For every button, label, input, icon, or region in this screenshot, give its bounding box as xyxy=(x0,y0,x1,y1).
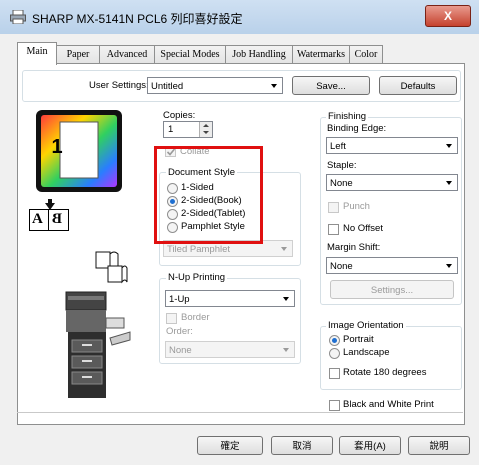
cancel-button[interactable]: 取消 xyxy=(271,436,333,455)
chevron-down-icon xyxy=(283,348,289,352)
staple-combo[interactable]: None xyxy=(326,174,458,191)
tab-main[interactable]: Main xyxy=(17,42,57,65)
tab-watermarks[interactable]: Watermarks xyxy=(292,45,350,64)
nup-title: N-Up Printing xyxy=(166,272,228,283)
order-value: None xyxy=(169,345,192,356)
orientation-group xyxy=(320,326,462,390)
black-white-label: Black and White Print xyxy=(343,399,434,410)
book-spine xyxy=(48,210,49,230)
pamphlet-type-value: Tiled Pamphlet xyxy=(167,244,231,255)
spin-buttons[interactable] xyxy=(199,122,212,137)
spin-down-icon[interactable] xyxy=(203,131,209,134)
arrow-down-icon xyxy=(45,199,55,210)
user-settings-value: Untitled xyxy=(151,81,184,92)
close-button[interactable]: X xyxy=(425,5,471,27)
user-settings-combo[interactable]: Untitled xyxy=(147,77,283,94)
highlight-box xyxy=(154,146,263,244)
book-letter-b: B xyxy=(52,211,63,227)
punch-checkbox[interactable] xyxy=(328,202,339,213)
staple-value: None xyxy=(330,178,353,189)
tab-paper[interactable]: Paper xyxy=(56,45,100,64)
chevron-down-icon xyxy=(446,181,452,185)
chevron-down-icon xyxy=(271,84,277,88)
black-white-checkbox[interactable] xyxy=(329,400,340,411)
pamphlet-icon xyxy=(95,251,128,284)
page-number: 1 xyxy=(51,136,63,158)
punch-label: Punch xyxy=(343,201,370,212)
book-letter-a: A xyxy=(32,211,43,227)
window-title: SHARP MX-5141N PCL6 列印喜好設定 xyxy=(32,12,243,26)
portrait-label: Portrait xyxy=(343,334,374,345)
nup-value: 1-Up xyxy=(169,294,190,305)
radio-landscape[interactable] xyxy=(329,348,340,359)
landscape-label: Landscape xyxy=(343,347,390,358)
nup-combo[interactable]: 1-Up xyxy=(165,290,295,307)
margin-shift-combo[interactable]: None xyxy=(326,257,458,274)
rotate-checkbox[interactable] xyxy=(329,368,340,379)
order-label: Order: xyxy=(166,326,193,337)
save-button[interactable]: Save... xyxy=(292,76,370,95)
chevron-down-icon xyxy=(283,297,289,301)
finishing-title: Finishing xyxy=(326,111,369,122)
binding-edge-value: Left xyxy=(330,141,346,152)
apply-button[interactable]: 套用(A) xyxy=(339,436,401,455)
printer-icon xyxy=(10,10,26,24)
binding-edge-label: Binding Edge: xyxy=(327,123,387,134)
tab-special-modes[interactable]: Special Modes xyxy=(154,45,226,64)
no-offset-checkbox[interactable] xyxy=(328,224,339,235)
tab-color[interactable]: Color xyxy=(349,45,383,64)
radio-portrait[interactable] xyxy=(329,335,340,346)
panel-divider xyxy=(17,412,463,413)
tab-job-handling[interactable]: Job Handling xyxy=(225,45,293,64)
margin-shift-label: Margin Shift: xyxy=(327,242,381,253)
chevron-down-icon xyxy=(281,247,287,251)
chevron-down-icon xyxy=(446,144,452,148)
tab-advanced[interactable]: Advanced xyxy=(99,45,155,64)
user-settings-label: User Settings: xyxy=(89,80,149,91)
no-offset-label: No Offset xyxy=(343,223,383,234)
copies-value: 1 xyxy=(168,124,174,135)
border-checkbox[interactable] xyxy=(166,313,177,324)
settings-button[interactable]: Settings... xyxy=(330,280,454,299)
spin-up-icon[interactable] xyxy=(203,124,209,127)
border-label: Border xyxy=(181,312,210,323)
copies-label: Copies: xyxy=(163,110,196,121)
rotate-label: Rotate 180 degrees xyxy=(343,367,427,378)
margin-shift-value: None xyxy=(330,261,353,272)
book-binding-icon: A B xyxy=(29,209,69,231)
copies-stepper[interactable]: 1 xyxy=(163,121,213,138)
binding-edge-combo[interactable]: Left xyxy=(326,137,458,154)
ok-button[interactable]: 確定 xyxy=(197,436,263,455)
order-combo[interactable]: None xyxy=(165,341,295,358)
printer-device-icon xyxy=(65,291,131,398)
chevron-down-icon xyxy=(446,264,452,268)
staple-label: Staple: xyxy=(327,160,357,171)
defaults-button[interactable]: Defaults xyxy=(379,76,457,95)
help-button[interactable]: 說明 xyxy=(408,436,470,455)
orientation-title: Image Orientation xyxy=(326,320,406,331)
